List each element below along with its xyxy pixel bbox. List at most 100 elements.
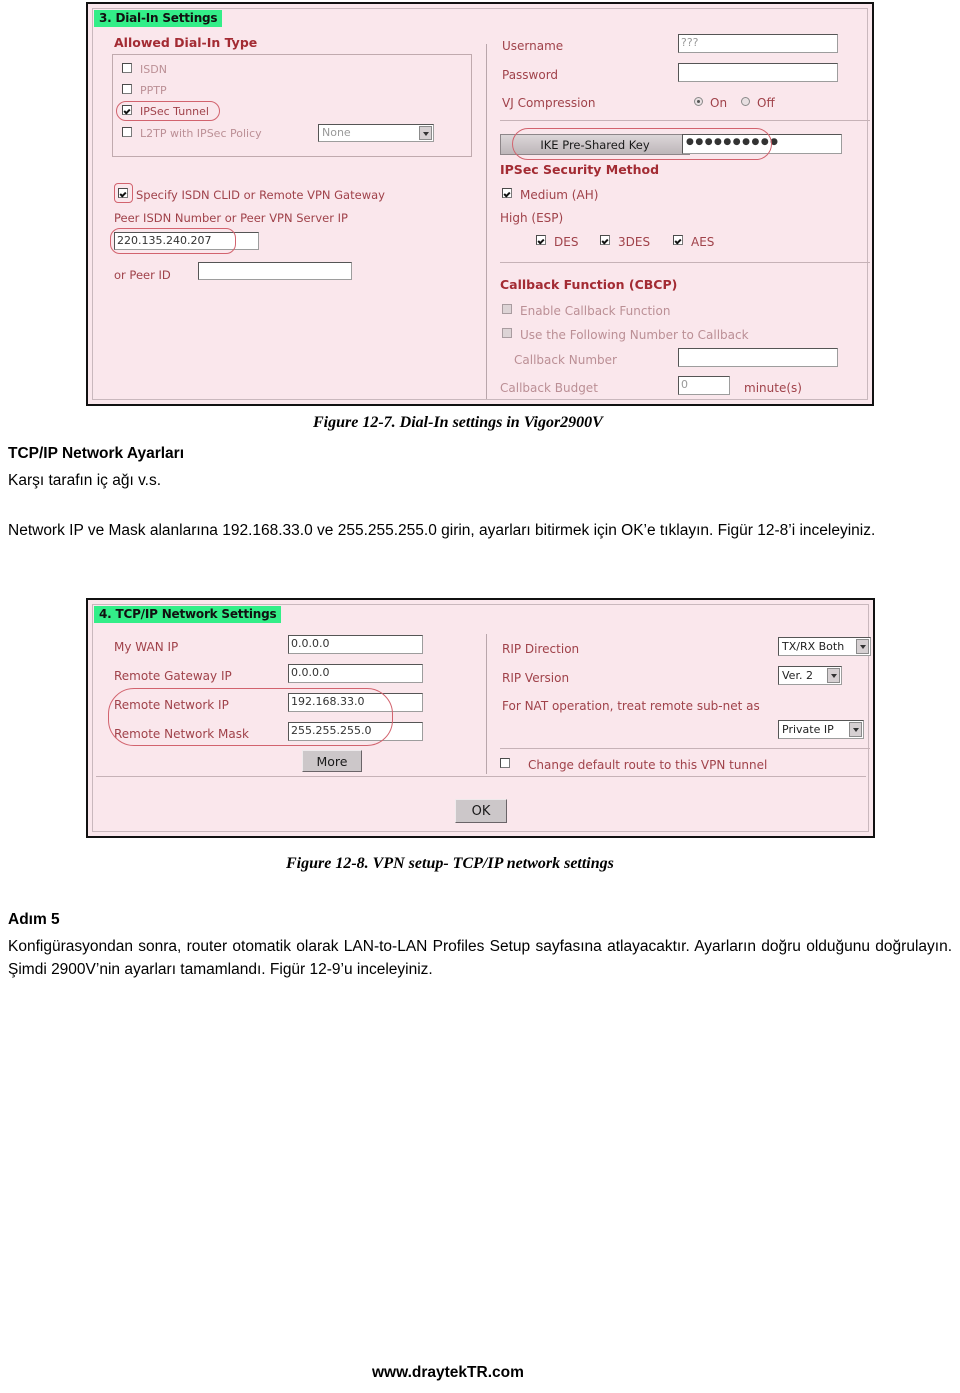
input-password[interactable] <box>678 63 838 82</box>
allowed-dial-in-type-heading: Allowed Dial-In Type <box>114 35 258 50</box>
label-vj-on: On <box>710 96 728 110</box>
input-remote-network-mask-value: 255.255.255.0 <box>291 724 372 737</box>
divider-above-callback <box>500 262 870 263</box>
checkbox-specify-isdn-clid[interactable] <box>118 188 128 198</box>
input-ike-preshared-key[interactable]: ●●●●●●●●●● <box>682 134 842 154</box>
checkbox-l2tp-ipsec-policy[interactable] <box>122 127 132 137</box>
tcpip-section-title: 4. TCP/IP Network Settings <box>94 606 282 623</box>
figure-tcpip-network-settings: 4. TCP/IP Network Settings My WAN IP 0.0… <box>86 598 875 838</box>
label-l2tp-ipsec-policy: L2TP with IPSec Policy <box>140 127 262 140</box>
checkbox-des[interactable] <box>536 235 546 245</box>
radio-vj-on[interactable] <box>694 97 703 106</box>
input-peer-isdn-value: 220.135.240.207 <box>117 234 212 247</box>
input-peer-id[interactable] <box>198 262 352 280</box>
more-button[interactable]: More <box>302 750 362 772</box>
callback-function-heading: Callback Function (CBCP) <box>500 277 678 292</box>
label-rip-direction: RIP Direction <box>502 642 580 656</box>
checkbox-enable-callback[interactable] <box>502 304 512 314</box>
label-use-following-number: Use the Following Number to Callback <box>520 328 749 342</box>
figure-12-7-caption: Figure 12-7. Dial-In settings in Vigor29… <box>313 414 603 431</box>
select-nat-remote-subnet-value: Private IP <box>782 723 834 736</box>
radio-vj-off[interactable] <box>741 97 750 106</box>
checkbox-3des[interactable] <box>600 235 610 245</box>
label-isdn: ISDN <box>140 63 167 76</box>
select-rip-direction-value: TX/RX Both <box>782 640 845 653</box>
label-username: Username <box>502 39 564 53</box>
select-rip-version-value: Ver. 2 <box>782 669 813 682</box>
ok-button[interactable]: OK <box>455 799 507 823</box>
chevron-down-icon[interactable] <box>419 126 432 140</box>
figure-tcpip-inner-frame <box>92 604 869 832</box>
label-my-wan-ip: My WAN IP <box>114 640 179 654</box>
label-vj-compression: VJ Compression <box>502 96 596 110</box>
label-3des: 3DES <box>618 235 651 249</box>
checkbox-change-default-route[interactable] <box>500 758 510 768</box>
label-callback-number: Callback Number <box>514 353 617 367</box>
paragraph-network-ip-mask: Network IP ve Mask alanlarına 192.168.33… <box>8 522 876 539</box>
page-heading-adim-5: Adım 5 <box>8 911 60 928</box>
checkbox-ipsec-tunnel[interactable] <box>122 105 132 115</box>
tcpip-panel-divider <box>486 634 487 774</box>
select-l2tp-value: None <box>322 126 351 139</box>
checkbox-aes[interactable] <box>673 235 683 245</box>
label-ipsec-tunnel: IPSec Tunnel <box>140 105 209 118</box>
select-rip-direction[interactable]: TX/RX Both <box>778 637 871 656</box>
input-remote-gateway-ip-value: 0.0.0.0 <box>291 666 330 679</box>
label-remote-network-ip: Remote Network IP <box>114 698 229 712</box>
input-my-wan-ip[interactable]: 0.0.0.0 <box>288 635 423 654</box>
input-username-value: ??? <box>681 36 699 49</box>
label-minutes: minute(s) <box>744 381 802 395</box>
label-high-esp: High (ESP) <box>500 211 564 225</box>
dial-in-section-title: 3. Dial-In Settings <box>94 10 223 27</box>
input-remote-gateway-ip[interactable]: 0.0.0.0 <box>288 664 423 683</box>
input-remote-network-ip-value: 192.168.33.0 <box>291 695 365 708</box>
chevron-down-icon[interactable] <box>849 722 862 737</box>
input-peer-isdn-number[interactable]: 220.135.240.207 <box>114 232 259 250</box>
select-l2tp-ipsec-policy[interactable]: None <box>318 124 434 142</box>
label-callback-budget: Callback Budget <box>500 381 598 395</box>
input-remote-network-ip[interactable]: 192.168.33.0 <box>288 693 423 712</box>
select-rip-version[interactable]: Ver. 2 <box>778 666 842 685</box>
label-enable-callback: Enable Callback Function <box>520 304 671 318</box>
label-pptp: PPTP <box>140 84 167 97</box>
ipsec-security-method-heading: IPSec Security Method <box>500 162 660 177</box>
figure-dial-in-settings: 3. Dial-In Settings Allowed Dial-In Type… <box>86 2 874 406</box>
chevron-down-icon[interactable] <box>827 668 840 683</box>
checkbox-isdn[interactable] <box>122 63 132 73</box>
input-my-wan-ip-value: 0.0.0.0 <box>291 637 330 650</box>
label-peer-isdn-number: Peer ISDN Number or Peer VPN Server IP <box>114 211 348 225</box>
checkbox-medium-ah[interactable] <box>502 188 512 198</box>
label-vj-off: Off <box>757 96 775 110</box>
label-medium-ah: Medium (AH) <box>520 188 599 202</box>
label-remote-gateway-ip: Remote Gateway IP <box>114 669 232 683</box>
label-des: DES <box>554 235 579 249</box>
label-aes: AES <box>691 235 715 249</box>
label-peer-id: or Peer ID <box>114 268 171 282</box>
tcpip-bottom-divider <box>96 776 866 777</box>
page-heading-tcpip-network: TCP/IP Network Ayarları <box>8 445 185 462</box>
label-specify-isdn-clid: Specify ISDN CLID or Remote VPN Gateway <box>136 188 385 202</box>
input-callback-budget-value: 0 <box>681 378 688 391</box>
figure-12-8-caption: Figure 12-8. VPN setup- TCP/IP network s… <box>286 855 614 872</box>
ike-preshared-key-button[interactable]: IKE Pre-Shared Key <box>500 134 690 155</box>
input-ike-preshared-key-value: ●●●●●●●●●● <box>686 137 780 147</box>
label-rip-version: RIP Version <box>502 671 570 685</box>
paragraph-adim-5-body: Konfigürasyondan sonra, router otomatik … <box>8 938 952 978</box>
chevron-down-icon[interactable] <box>856 639 869 654</box>
select-nat-remote-subnet[interactable]: Private IP <box>778 720 864 739</box>
checkbox-use-following-number[interactable] <box>502 328 512 338</box>
input-callback-budget[interactable]: 0 <box>678 376 730 395</box>
divider-above-change-route <box>500 748 870 749</box>
input-callback-number[interactable] <box>678 348 838 367</box>
label-nat-remote-subnet: For NAT operation, treat remote sub-net … <box>502 699 760 713</box>
label-password: Password <box>502 68 559 82</box>
dial-in-panel-divider <box>486 44 487 399</box>
divider-above-ike <box>500 120 870 121</box>
input-username[interactable]: ??? <box>678 34 838 53</box>
footer-website: www.draytekTR.com <box>372 1364 524 1381</box>
label-change-default-route: Change default route to this VPN tunnel <box>528 758 768 772</box>
checkbox-pptp[interactable] <box>122 84 132 94</box>
input-remote-network-mask[interactable]: 255.255.255.0 <box>288 722 423 741</box>
label-remote-network-mask: Remote Network Mask <box>114 727 249 741</box>
page-subheading-karsi-taraf: Karşı tarafın iç ağı v.s. <box>8 472 162 489</box>
